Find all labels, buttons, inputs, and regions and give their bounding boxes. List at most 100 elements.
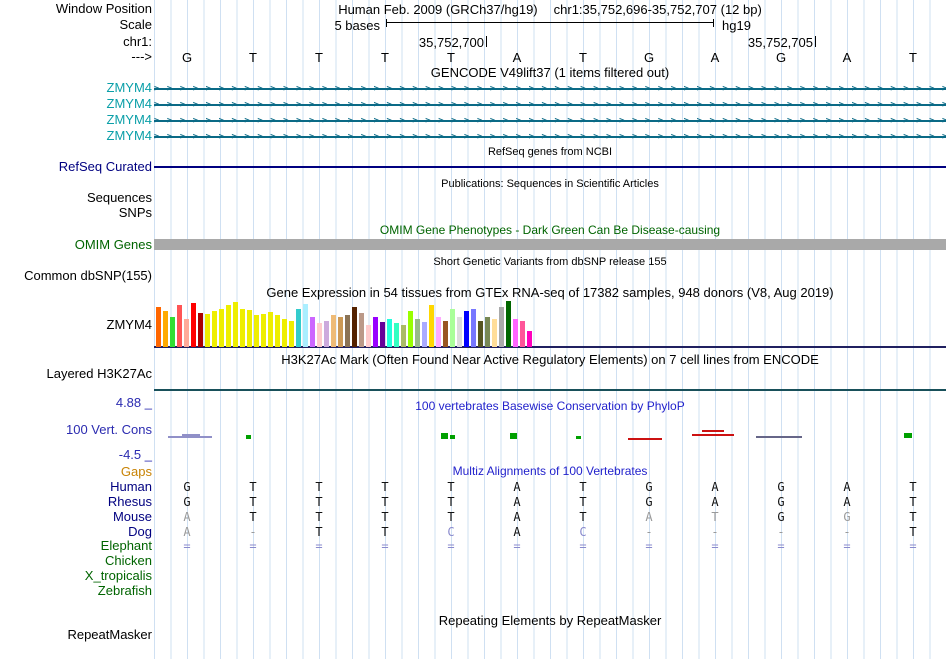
gtex-expression-bar-51[interactable]	[506, 301, 511, 347]
gtex-expression-bar-38[interactable]	[415, 319, 420, 347]
gtex-expression-bar-54[interactable]	[527, 331, 532, 347]
gtex-expression-bar-17[interactable]	[268, 312, 273, 347]
left-label-x-tropicalis[interactable]: X_tropicalis	[85, 569, 152, 583]
track-title-repeatmasker[interactable]: Repeating Elements by RepeatMasker	[154, 614, 946, 628]
gtex-expression-bar-2[interactable]	[163, 311, 168, 347]
gencode-transcript-ZMYM4-3[interactable]: >>>>>>>>>>>>>>>>>>>>>>>>>>>>>>>>>>>>>>>>…	[154, 116, 946, 126]
track-title-multiz[interactable]: Multiz Alignments of 100 Vertebrates	[154, 464, 946, 478]
left-label-sequences[interactable]: Sequences	[87, 191, 152, 205]
gtex-expression-bar-16[interactable]	[261, 314, 266, 347]
track-title-h3k27ac[interactable]: H3K27Ac Mark (Often Found Near Active Re…	[154, 353, 946, 367]
gtex-expression-bar-36[interactable]	[401, 325, 406, 347]
gtex-expression-bar-12[interactable]	[233, 302, 238, 347]
left-label-zebrafish[interactable]: Zebrafish	[98, 584, 152, 598]
gtex-expression-bar-6[interactable]	[191, 303, 196, 347]
track-element-refseq-gene-line[interactable]	[154, 166, 946, 168]
gtex-expression-bar-35[interactable]	[394, 323, 399, 347]
gtex-expression-bar-8[interactable]	[205, 314, 210, 347]
left-label-snps[interactable]: SNPs	[119, 206, 152, 220]
gtex-expression-bar-42[interactable]	[443, 321, 448, 347]
gtex-expression-bar-37[interactable]	[408, 311, 413, 347]
gtex-expression-bar-1[interactable]	[156, 307, 161, 347]
gtex-expression-bar-13[interactable]	[240, 309, 245, 347]
left-label-gencode-zmym4-3[interactable]: ZMYM4	[107, 113, 153, 127]
gtex-expression-bar-53[interactable]	[520, 321, 525, 347]
gtex-expression-bar-49[interactable]	[492, 319, 497, 347]
window-position-header: Human Feb. 2009 (GRCh37/hg19)chr1:35,752…	[154, 2, 946, 17]
left-label-dog[interactable]: Dog	[128, 525, 152, 539]
gtex-expression-bar-33[interactable]	[380, 322, 385, 347]
gtex-expression-bar-29[interactable]	[352, 307, 357, 347]
gtex-expression-bar-46[interactable]	[471, 309, 476, 347]
gtex-expression-bar-14[interactable]	[247, 310, 252, 347]
gtex-expression-bar-30[interactable]	[359, 313, 364, 347]
gtex-expression-bar-39[interactable]	[422, 322, 427, 347]
left-label-gtex-zmym4[interactable]: ZMYM4	[107, 318, 153, 332]
gtex-expression-bar-4[interactable]	[177, 305, 182, 347]
track-title-publications[interactable]: Publications: Sequences in Scientific Ar…	[154, 177, 946, 191]
gtex-expression-bar-47[interactable]	[478, 321, 483, 347]
gtex-expression-bar-43[interactable]	[450, 309, 455, 347]
gtex-expression-bar-3[interactable]	[170, 317, 175, 347]
gtex-expression-bar-52[interactable]	[513, 319, 518, 347]
gtex-expression-bar-11[interactable]	[226, 305, 231, 347]
gencode-transcript-ZMYM4-1[interactable]: >>>>>>>>>>>>>>>>>>>>>>>>>>>>>>>>>>>>>>>>…	[154, 84, 946, 94]
left-label-elephant[interactable]: Elephant	[101, 539, 152, 553]
gtex-expression-bar-7[interactable]	[198, 313, 203, 347]
align-mouse-base-6: A	[513, 511, 520, 524]
left-label-repeatmasker[interactable]: RepeatMasker	[67, 628, 152, 642]
ruler-base-5: T	[418, 50, 484, 65]
align-dog-base-9: -	[711, 526, 718, 539]
track-title-gencode[interactable]: GENCODE V49lift37 (1 items filtered out)	[154, 66, 946, 80]
gtex-expression-bar-24[interactable]	[317, 323, 322, 347]
scale-bar	[386, 19, 714, 27]
left-label-gaps[interactable]: Gaps	[121, 465, 152, 479]
gtex-expression-bar-50[interactable]	[499, 307, 504, 347]
gtex-expression-bar-28[interactable]	[345, 315, 350, 347]
left-label-rhesus[interactable]: Rhesus	[108, 495, 152, 509]
gtex-expression-bar-48[interactable]	[485, 317, 490, 347]
track-title-phylop[interactable]: 100 vertebrates Basewise Conservation by…	[154, 399, 946, 413]
gtex-expression-bar-15[interactable]	[254, 315, 259, 347]
gtex-expression-bar-41[interactable]	[436, 317, 441, 347]
left-label-mouse[interactable]: Mouse	[113, 510, 152, 524]
left-label-common-dbsnp[interactable]: Common dbSNP(155)	[24, 269, 152, 283]
track-title-omim[interactable]: OMIM Gene Phenotypes - Dark Green Can Be…	[154, 223, 946, 237]
track-title-refseq[interactable]: RefSeq genes from NCBI	[154, 145, 946, 159]
left-label-gencode-zmym4-4[interactable]: ZMYM4	[107, 129, 153, 143]
gtex-expression-bar-34[interactable]	[387, 319, 392, 347]
phylop-mark-7	[576, 436, 581, 439]
gtex-expression-bar-18[interactable]	[275, 315, 280, 347]
left-label-refseq-curated[interactable]: RefSeq Curated	[59, 160, 152, 174]
gtex-expression-bar-32[interactable]	[373, 317, 378, 347]
gtex-expression-bar-26[interactable]	[331, 315, 336, 347]
gtex-expression-bar-44[interactable]	[457, 317, 462, 347]
left-label-omim-genes[interactable]: OMIM Genes	[75, 238, 152, 252]
track-title-gtex[interactable]: Gene Expression in 54 tissues from GTEx …	[154, 286, 946, 300]
left-label-layered-h3k27ac[interactable]: Layered H3K27Ac	[46, 367, 152, 381]
gtex-expression-bar-20[interactable]	[289, 321, 294, 347]
left-label-chicken[interactable]: Chicken	[105, 554, 152, 568]
gencode-transcript-ZMYM4-2[interactable]: >>>>>>>>>>>>>>>>>>>>>>>>>>>>>>>>>>>>>>>>…	[154, 100, 946, 110]
left-label-gencode-zmym4-1[interactable]: ZMYM4	[107, 81, 153, 95]
left-label-vert-cons[interactable]: 100 Vert. Cons	[66, 423, 152, 437]
gtex-expression-bar-9[interactable]	[212, 311, 217, 347]
gtex-expression-bar-5[interactable]	[184, 319, 189, 347]
gtex-expression-bar-31[interactable]	[366, 325, 371, 347]
gtex-expression-bar-23[interactable]	[310, 317, 315, 347]
track-title-dbsnp[interactable]: Short Genetic Variants from dbSNP releas…	[154, 255, 946, 269]
gtex-expression-bar-40[interactable]	[429, 305, 434, 347]
ruler-base-1: G	[154, 50, 220, 65]
gtex-expression-bar-22[interactable]	[303, 304, 308, 347]
gtex-expression-bar-45[interactable]	[464, 311, 469, 347]
gtex-expression-bar-21[interactable]	[296, 309, 301, 347]
gtex-expression-bar-25[interactable]	[324, 321, 329, 347]
left-label-gencode-zmym4-2[interactable]: ZMYM4	[107, 97, 153, 111]
ruler-base-3: T	[286, 50, 352, 65]
gtex-expression-bar-27[interactable]	[338, 317, 343, 347]
gtex-expression-bar-10[interactable]	[219, 309, 224, 347]
gtex-expression-bar-19[interactable]	[282, 319, 287, 347]
track-element-omim-gene-bar[interactable]	[154, 239, 946, 250]
left-label-human[interactable]: Human	[110, 480, 152, 494]
gencode-transcript-ZMYM4-4[interactable]: >>>>>>>>>>>>>>>>>>>>>>>>>>>>>>>>>>>>>>>>…	[154, 132, 946, 142]
